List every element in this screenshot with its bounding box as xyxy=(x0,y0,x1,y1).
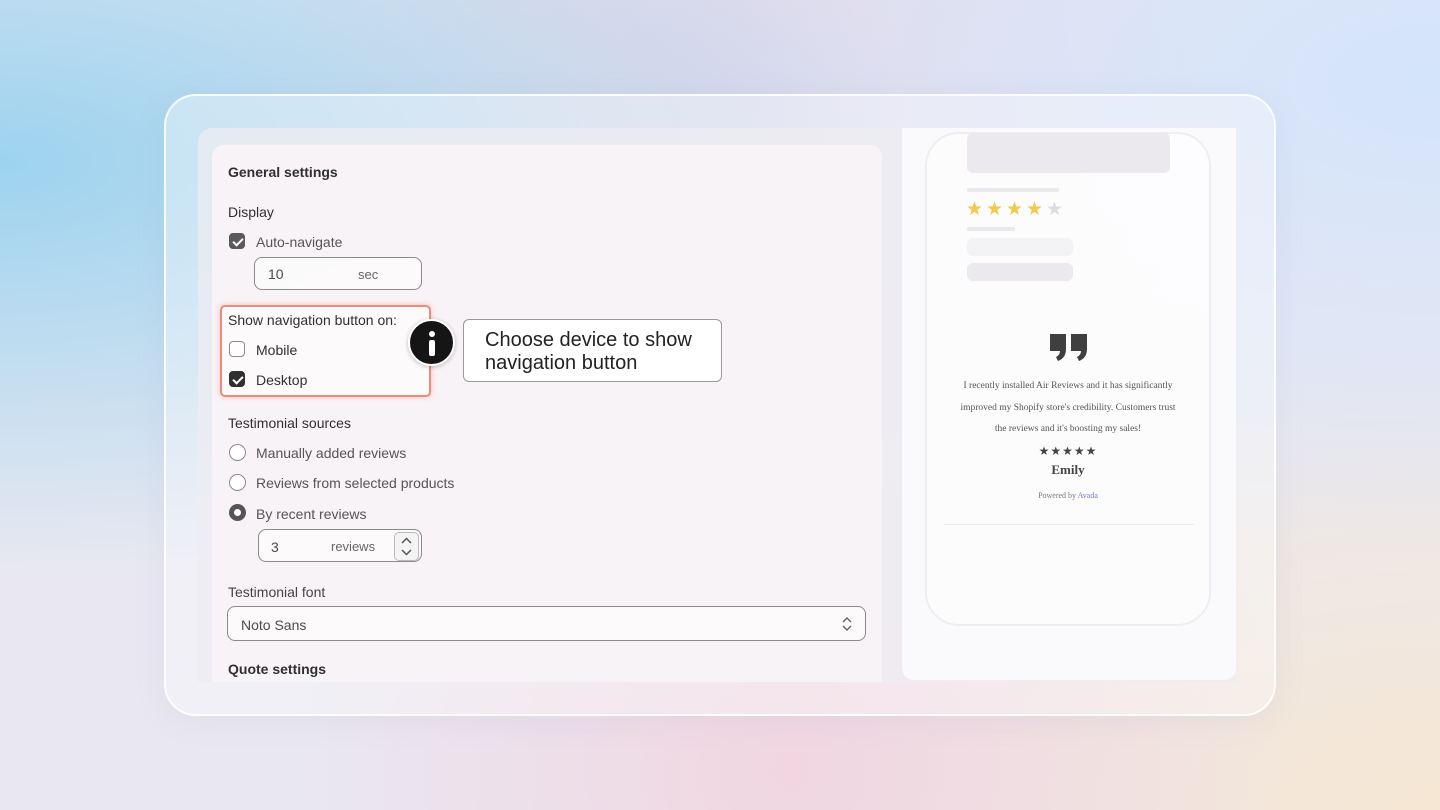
navigation-heading: Show navigation button on: xyxy=(228,312,397,328)
input-placeholder xyxy=(967,238,1073,256)
image-placeholder xyxy=(967,133,1170,173)
callout-text-line-1: Choose device to show xyxy=(485,329,692,351)
reviews-count-unit: reviews xyxy=(331,539,376,554)
info-icon xyxy=(408,319,455,366)
desktop-label: Desktop xyxy=(256,372,308,388)
general-settings-card xyxy=(212,145,882,682)
font-heading: Testimonial font xyxy=(228,584,326,600)
desktop-checkbox[interactable] xyxy=(229,371,245,387)
mobile-checkbox[interactable] xyxy=(229,341,245,357)
manual-reviews-radio[interactable] xyxy=(229,444,246,461)
recent-reviews-label: By recent reviews xyxy=(256,506,367,522)
review-text-line: improved my Shopify store's credibility.… xyxy=(960,403,1176,413)
star-filled-icon: ★ xyxy=(966,199,984,220)
selected-products-label: Reviews from selected products xyxy=(256,475,455,491)
selected-products-radio[interactable] xyxy=(229,474,246,491)
review-text-line: the reviews and it's boosting my sales! xyxy=(994,424,1142,434)
divider xyxy=(944,524,1194,525)
star-filled-icon: ★ xyxy=(1006,199,1024,220)
callout-tooltip: Choose device to show navigation button xyxy=(463,319,722,382)
settings-title: General settings xyxy=(228,164,338,180)
powered-by-brand-link[interactable]: Avada xyxy=(1078,491,1098,500)
display-heading: Display xyxy=(228,204,274,220)
sources-heading: Testimonial sources xyxy=(228,415,351,431)
auto-navigate-checkbox[interactable] xyxy=(229,233,245,249)
review-stars: ★★★★★ xyxy=(1038,444,1098,458)
powered-by-prefix: Powered by xyxy=(1038,491,1077,500)
font-select[interactable]: Noto Sans xyxy=(227,606,866,641)
interval-value: 10 xyxy=(268,266,284,282)
recent-reviews-radio[interactable] xyxy=(229,504,246,521)
button-placeholder xyxy=(967,263,1073,281)
callout-text-line-2: navigation button xyxy=(485,352,638,374)
interval-input[interactable]: 10 sec xyxy=(254,257,422,290)
star-filled-icon: ★ xyxy=(1026,199,1044,220)
reviews-count-input[interactable]: 3 reviews xyxy=(258,529,422,562)
reviews-count-value: 3 xyxy=(271,539,279,555)
stepper-chevrons-icon xyxy=(401,537,412,556)
text-placeholder-line xyxy=(967,227,1015,231)
review-text-line: I recently installed Air Reviews and it … xyxy=(963,381,1173,391)
interval-unit: sec xyxy=(358,267,379,282)
star-empty-icon: ★ xyxy=(1046,199,1064,220)
text-placeholder-line xyxy=(967,188,1059,192)
quote-icon xyxy=(1050,334,1087,361)
stepper-buttons[interactable] xyxy=(394,532,419,561)
powered-by: Powered by Avada xyxy=(1000,491,1136,500)
star-filled-icon: ★ xyxy=(986,199,1004,220)
manual-reviews-label: Manually added reviews xyxy=(256,445,407,461)
reviewer-name: Emily xyxy=(1051,462,1085,477)
auto-navigate-label: Auto-navigate xyxy=(256,234,343,250)
select-chevron-icon xyxy=(842,616,852,632)
font-select-value: Noto Sans xyxy=(241,617,307,633)
mobile-label: Mobile xyxy=(256,342,298,358)
quote-settings-heading: Quote settings xyxy=(228,661,327,677)
